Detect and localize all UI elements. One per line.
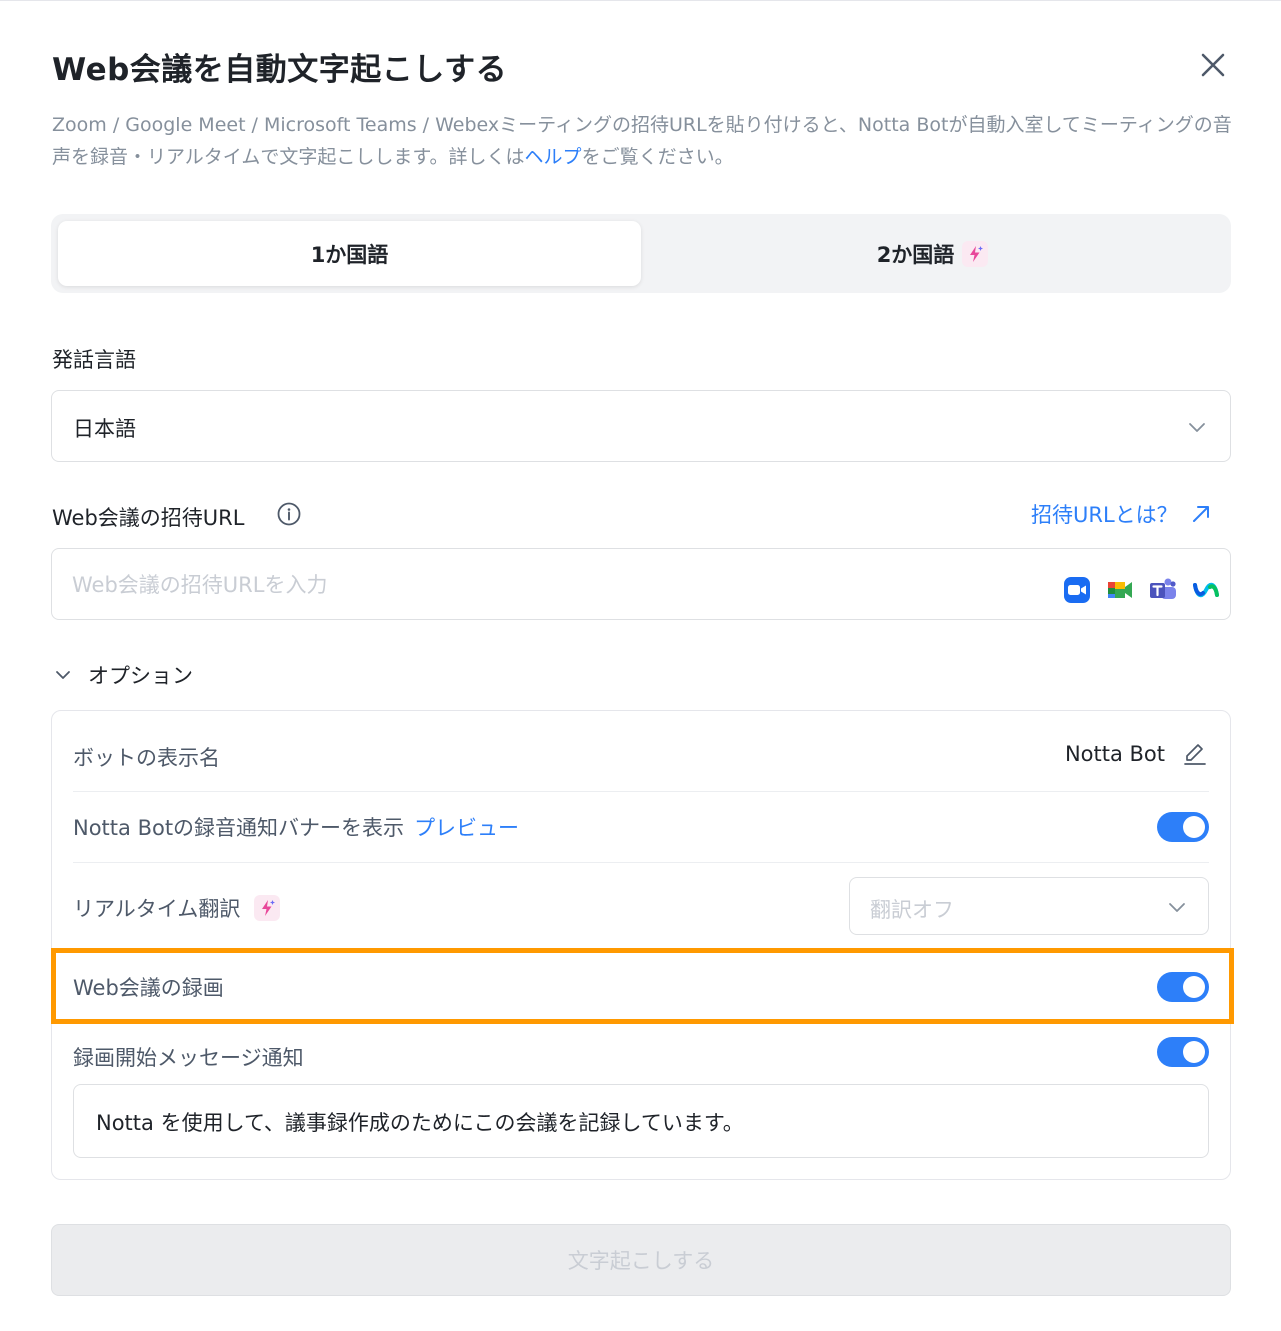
row-divider: [73, 791, 1209, 792]
webex-icon: [1192, 576, 1220, 604]
tab-label: 2か国語: [876, 242, 955, 267]
bot-name-value: Notta Bot: [1064, 742, 1165, 766]
start-message-text: Notta を使用して、議事録作成のためにこの会議を記録しています。: [96, 1111, 744, 1135]
chevron-down-icon: [56, 671, 70, 679]
close-icon[interactable]: [1196, 48, 1230, 82]
options-toggle-label: オプション: [88, 664, 193, 688]
dialog-description: Zoom / Google Meet / Microsoft Teams / W…: [52, 109, 1232, 173]
google-meet-icon: [1106, 576, 1134, 604]
external-link-icon: [1192, 506, 1209, 522]
invite-url-field[interactable]: [51, 548, 1231, 620]
start-message-field[interactable]: Notta を使用して、議事録作成のためにこの会議を記録しています。: [73, 1084, 1209, 1158]
start-message-row: 録画開始メッセージ通知: [73, 1037, 1209, 1072]
microsoft-teams-icon: [1149, 576, 1177, 604]
help-link[interactable]: ヘルプ: [525, 146, 582, 168]
spoken-language-label: 発話言語: [52, 348, 136, 372]
meeting-app-icons: [1063, 576, 1220, 604]
bot-name-label: ボットの表示名: [73, 746, 220, 770]
description-text-end: をご覧ください。: [581, 146, 734, 168]
edit-icon[interactable]: [1181, 740, 1209, 768]
transcribe-button[interactable]: 文字起こしする: [51, 1224, 1231, 1296]
tab-bilingual[interactable]: 2か国語: [641, 221, 1224, 286]
bot-name-row: ボットの表示名 Notta Bot: [73, 742, 1209, 772]
invite-url-help-text: 招待URLとは？: [1031, 503, 1178, 527]
banner-label: Notta Botの録音通知バナーを表示 プレビュー: [73, 812, 519, 842]
tab-single-language[interactable]: 1か国語: [58, 221, 641, 286]
zoom-icon: [1063, 576, 1091, 604]
language-mode-tabs: 1か国語 2か国語: [51, 214, 1231, 293]
transcribe-button-label: 文字起こしする: [567, 1249, 715, 1273]
ai-spark-icon: [962, 240, 989, 267]
top-border: [0, 0, 1281, 1]
options-toggle[interactable]: オプション: [52, 660, 193, 690]
start-message-toggle[interactable]: [1157, 1037, 1209, 1067]
tab-label: 1か国語: [310, 242, 389, 267]
highlight-frame: [51, 948, 1234, 1024]
invite-url-label: Web会議の招待URL: [52, 506, 245, 530]
chevron-down-icon: [1189, 423, 1205, 432]
banner-row: Notta Botの録音通知バナーを表示 プレビュー: [73, 812, 1209, 842]
banner-preview-link[interactable]: プレビュー: [414, 816, 519, 840]
banner-label-text: Notta Botの録音通知バナーを表示: [73, 816, 405, 840]
invite-url-help-link[interactable]: 招待URLとは？: [1031, 499, 1212, 529]
banner-toggle[interactable]: [1157, 812, 1209, 842]
invite-url-input[interactable]: [72, 567, 1032, 603]
info-icon[interactable]: [276, 501, 302, 527]
start-message-label: 録画開始メッセージ通知: [73, 1046, 304, 1070]
ai-spark-icon: [254, 895, 281, 921]
chevron-down-icon: [1169, 903, 1185, 912]
translation-label-group: リアルタイム翻訳: [73, 893, 281, 923]
translation-value: 翻訳オフ: [870, 898, 954, 922]
dialog-title: Web会議を自動文字起こしする: [52, 52, 508, 88]
translation-label: リアルタイム翻訳: [73, 897, 241, 921]
spoken-language-value: 日本語: [73, 417, 136, 441]
spoken-language-select[interactable]: 日本語: [51, 390, 1231, 462]
translation-select[interactable]: 翻訳オフ: [849, 877, 1209, 935]
row-divider: [73, 862, 1209, 863]
